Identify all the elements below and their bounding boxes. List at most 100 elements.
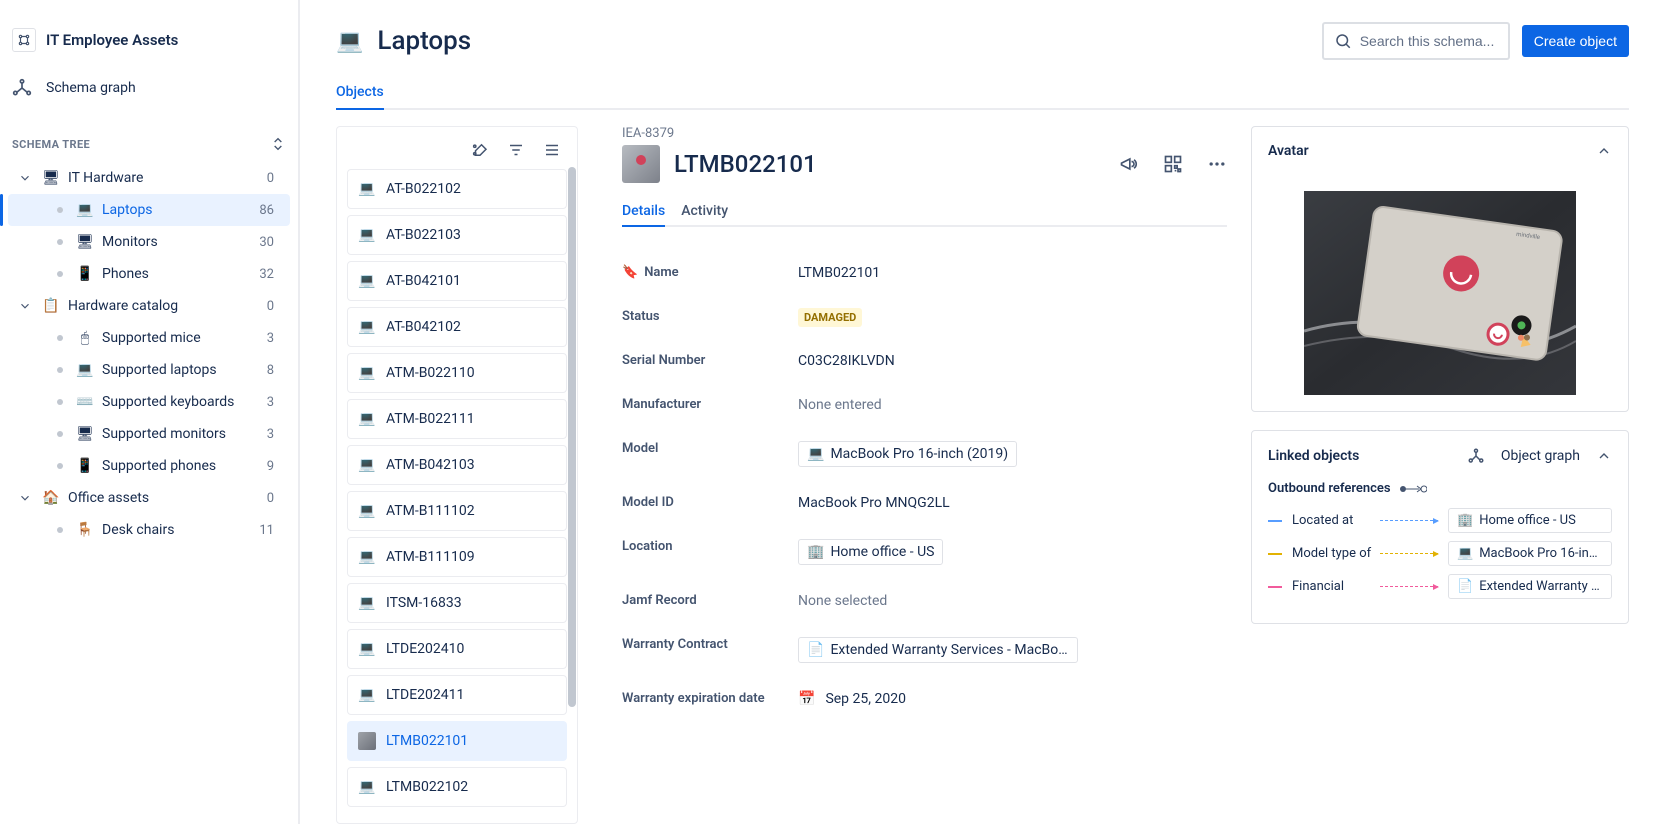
tree-item[interactable]: ⌨️Supported keyboards3 [8, 386, 290, 418]
item-icon: 💻 [76, 202, 94, 218]
label-icon: 🔖 [622, 265, 638, 280]
more-icon[interactable] [1207, 154, 1227, 174]
item-count: 3 [267, 395, 274, 410]
bulk-edit-icon[interactable] [471, 141, 489, 159]
object-list-item[interactable]: 💻ATM-B022110 [347, 353, 567, 393]
schema-search-input[interactable] [1360, 33, 1498, 49]
announce-icon[interactable] [1119, 154, 1139, 174]
object-list-item[interactable]: 💻AT-B022103 [347, 215, 567, 255]
tab-details[interactable]: Details [622, 197, 665, 227]
tree-group[interactable]: 🏠Office assets0 [8, 482, 290, 514]
item-count: 11 [259, 523, 274, 538]
item-label: Supported mice [102, 330, 259, 346]
model-chip[interactable]: 💻MacBook Pro 16-inch (2019) [798, 441, 1017, 467]
detail-main: IEA-8379 LTMB022101 [622, 126, 1227, 824]
tree-item[interactable]: 💻Supported laptops8 [8, 354, 290, 386]
object-list-panel: 💻AT-B022102💻AT-B022103💻AT-B042101💻AT-B04… [336, 126, 578, 824]
linked-card-header[interactable]: Linked objects Object graph [1252, 431, 1628, 481]
bullet-icon [57, 367, 63, 373]
list-view-icon[interactable] [543, 141, 561, 159]
item-icon: 📱 [76, 266, 94, 282]
item-label: Supported phones [102, 458, 259, 474]
ref-color-swatch [1268, 586, 1282, 588]
tree-group[interactable]: 🖥IT Hardware0 [8, 162, 290, 194]
item-count: 86 [259, 203, 274, 218]
avatar-image: mindville [1304, 191, 1576, 395]
chevron-up-icon [1596, 448, 1612, 464]
bullet-icon [57, 239, 63, 245]
object-list-item[interactable]: 💻LTDE202411 [347, 675, 567, 715]
laptop-icon: 💻 [358, 272, 376, 290]
object-list-toolbar [347, 135, 567, 169]
schema-tree: 🖥IT Hardware0 💻 Laptops 86 🖥Monitors30📱Phone… [0, 158, 298, 550]
primary-action-button[interactable]: Create object [1522, 25, 1629, 57]
ref-target-chip[interactable]: 💻MacBook Pro 16-inc… [1448, 541, 1612, 566]
object-graph-icon [1467, 447, 1485, 465]
group-label: IT Hardware [68, 170, 259, 186]
schema-title-row: IT Employee Assets [0, 18, 298, 62]
object-thumb-icon [358, 732, 376, 750]
avatar-card-header[interactable]: Avatar [1252, 127, 1628, 175]
object-label: ATM-B022110 [386, 365, 475, 381]
ref-target-chip[interactable]: 📄Extended Warranty … [1448, 574, 1612, 599]
object-title: LTMB022101 [674, 150, 817, 178]
object-label: AT-B022103 [386, 227, 461, 243]
ref-arrow-icon [1380, 553, 1438, 554]
content-area: 💻AT-B022102💻AT-B022103💻AT-B042101💻AT-B04… [336, 126, 1629, 824]
object-label: LTDE202410 [386, 641, 464, 657]
field-warranty-contract: Warranty Contract 📄Extended Warranty Ser… [622, 623, 1227, 677]
object-list-item[interactable]: 💻ITSM-16833 [347, 583, 567, 623]
calendar-icon: 📅 [798, 691, 815, 707]
filter-icon[interactable] [507, 141, 525, 159]
object-list-item[interactable]: LTMB022101 [347, 721, 567, 761]
object-list-item[interactable]: 💻 LTDE202410 [347, 629, 567, 669]
item-count: 32 [259, 267, 274, 282]
tree-item[interactable]: 📱Supported phones9 [8, 450, 290, 482]
object-list-item[interactable]: 💻LTMB022102 [347, 767, 567, 807]
page-title-text: Laptops [377, 26, 471, 56]
object-list-item[interactable]: 💻ATM-B111109 [347, 537, 567, 577]
tree-item[interactable]: 📱Phones32 [8, 258, 290, 290]
object-graph-label[interactable]: Object graph [1501, 448, 1580, 464]
avatar-card-body: mindville [1252, 175, 1628, 411]
item-label: Supported monitors [102, 426, 259, 442]
item-icon: ⌨️ [76, 394, 94, 410]
ref-arrow-icon [1380, 586, 1438, 587]
item-label: Laptops [102, 202, 251, 218]
tree-group[interactable]: 📋Hardware catalog0 [8, 290, 290, 322]
tree-item[interactable]: 💻 Laptops 86 [8, 194, 290, 226]
tree-item[interactable]: 🖱Supported mice3 [8, 322, 290, 354]
item-label: Desk chairs [102, 522, 251, 538]
schema-title: IT Employee Assets [46, 31, 178, 49]
laptop-icon: 💻 [358, 778, 376, 796]
chevron-down-icon [18, 299, 34, 313]
qr-code-icon[interactable] [1163, 154, 1183, 174]
tab-objects[interactable]: Objects [336, 76, 384, 110]
status-badge: DAMAGED [798, 308, 862, 327]
object-list-item[interactable]: 💻ATM-B111102 [347, 491, 567, 531]
tree-item[interactable]: 🪑Desk chairs11 [8, 514, 290, 546]
object-list-item[interactable]: 💻AT-B042102 [347, 307, 567, 347]
laptop-icon: 💻 [358, 410, 376, 428]
location-chip[interactable]: 🏢Home office - US [798, 539, 943, 565]
warranty-chip[interactable]: 📄Extended Warranty Services - MacBoo… [798, 637, 1078, 663]
object-list-item[interactable]: 💻ATM-B022111 [347, 399, 567, 439]
ref-row: Financial 📄Extended Warranty … [1268, 574, 1612, 599]
tree-item[interactable]: 🖥Monitors30 [8, 226, 290, 258]
schema-graph-link[interactable]: Schema graph [0, 68, 298, 108]
laptop-icon: 💻 [358, 640, 376, 658]
scrollbar[interactable] [568, 167, 576, 707]
object-thumbnail [622, 145, 660, 183]
schema-search[interactable] [1322, 22, 1510, 60]
tab-activity[interactable]: Activity [681, 197, 728, 227]
laptop-icon: 💻 [358, 180, 376, 198]
field-manufacturer: Manufacturer None entered [622, 383, 1227, 427]
tree-item[interactable]: 🖥Supported monitors3 [8, 418, 290, 450]
field-model-id: Model ID MacBook Pro MNQG2LL [622, 481, 1227, 525]
object-list-item[interactable]: 💻AT-B022102 [347, 169, 567, 209]
collapse-tree-icon[interactable] [270, 136, 286, 152]
object-list-item[interactable]: 💻AT-B042101 [347, 261, 567, 301]
ref-target-chip[interactable]: 🏢Home office - US [1448, 508, 1612, 533]
object-list-item[interactable]: 💻ATM-B042103 [347, 445, 567, 485]
field-jamf: Jamf Record None selected [622, 579, 1227, 623]
